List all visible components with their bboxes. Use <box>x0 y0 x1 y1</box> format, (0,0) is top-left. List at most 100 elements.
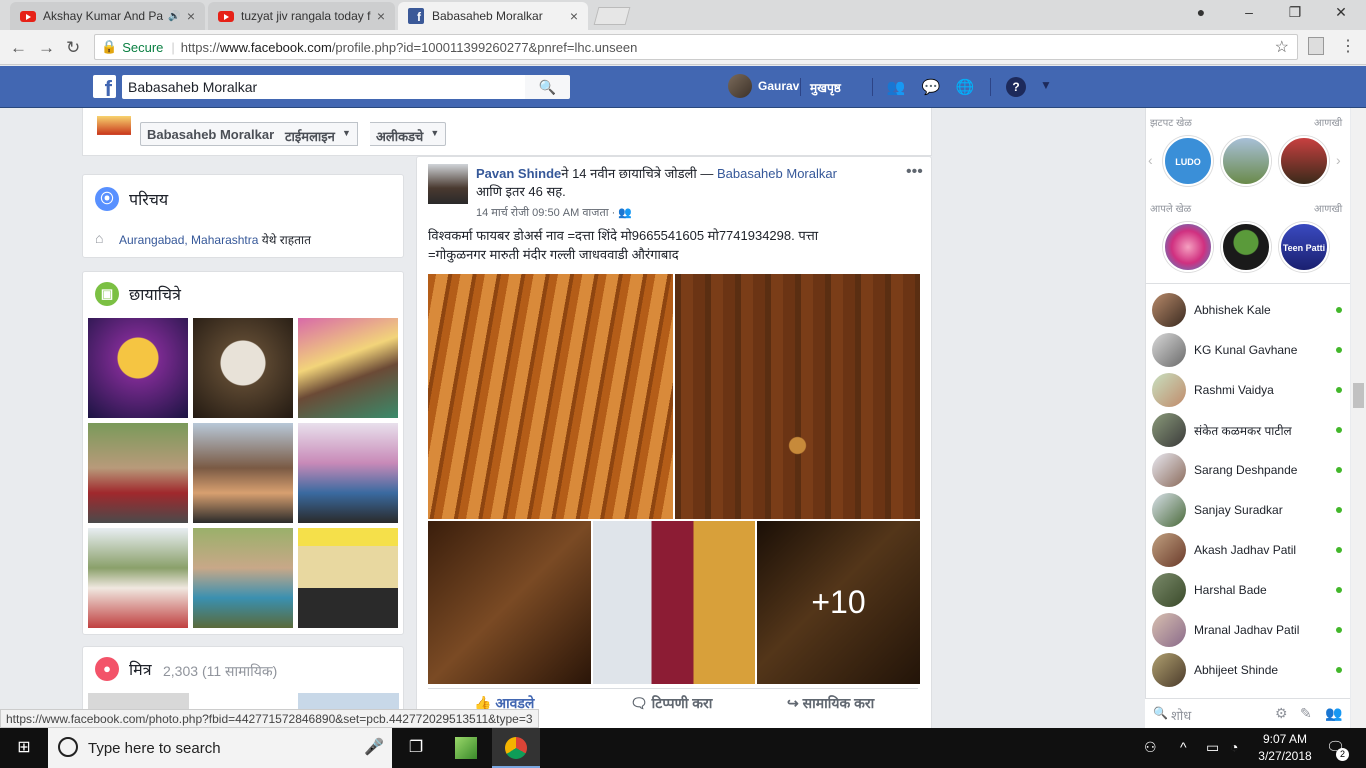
contact-name: Mranal Jadhav Patil <box>1194 623 1300 637</box>
tagged-user-link[interactable]: Babasaheb Moralkar <box>717 166 837 181</box>
browser-tab-1[interactable]: Akshay Kumar And Pa 🔊 × <box>10 2 205 30</box>
contact-item[interactable]: Sarang Deshpande <box>1152 453 1342 487</box>
avatar <box>1152 653 1186 687</box>
post-photo[interactable] <box>675 274 920 519</box>
contact-item[interactable]: संकेत कळमकर पाटील <box>1152 413 1342 447</box>
comment-button[interactable]: 🗨 टिप्पणी करा <box>630 694 712 713</box>
game-thumbnail[interactable] <box>1279 136 1329 186</box>
messenger-icon[interactable]: 💬 <box>921 78 941 96</box>
teen-patti-game[interactable]: Teen Patti <box>1279 222 1329 272</box>
post-timestamp[interactable]: 14 मार्च रोजी 09:50 AM वाजता · 👥 <box>476 205 632 220</box>
new-group-icon[interactable]: 👥 <box>1325 705 1342 722</box>
divider <box>428 688 918 689</box>
chevron-left-icon[interactable]: ‹ <box>1148 152 1153 168</box>
contact-item[interactable]: Harshal Bade <box>1152 573 1342 607</box>
taskbar-date[interactable]: 3/27/2018 <box>1255 749 1315 763</box>
people-icon[interactable]: ⚇ <box>1144 739 1157 756</box>
forward-icon[interactable]: → <box>38 38 55 58</box>
task-view-icon[interactable]: ❐ <box>392 728 440 768</box>
photo-thumbnail[interactable] <box>193 423 293 523</box>
home-link[interactable]: मुखपृष्ठ <box>810 79 841 96</box>
more-games-link[interactable]: आणखी <box>1314 115 1342 129</box>
photo-thumbnail[interactable] <box>193 528 293 628</box>
close-window-icon[interactable]: ✕ <box>1326 4 1356 24</box>
avatar[interactable] <box>728 74 752 98</box>
avatar <box>1152 533 1186 567</box>
candy-crush-game[interactable] <box>1163 222 1213 272</box>
browser-tab-3[interactable]: f Babasaheb Moralkar × <box>398 2 588 30</box>
photo-thumbnail[interactable] <box>298 423 398 523</box>
browser-tab-2[interactable]: tuzyat jiv rangala today f × <box>208 2 395 30</box>
game-thumbnail[interactable] <box>1221 136 1271 186</box>
contact-item[interactable]: Abhijeet Shinde <box>1152 653 1342 687</box>
share-button[interactable]: ↪ सामायिक करा <box>787 694 874 713</box>
post-photo[interactable] <box>593 521 755 684</box>
chevron-up-icon[interactable]: ^ <box>1180 739 1187 755</box>
chevron-right-icon[interactable]: › <box>1336 152 1341 168</box>
recent-dropdown[interactable]: अलीकडचे ▼ <box>370 122 447 146</box>
windows-start-icon[interactable]: ⊞ <box>0 728 48 768</box>
online-status-icon <box>1336 467 1342 473</box>
close-tab-icon[interactable]: × <box>377 8 385 24</box>
help-icon[interactable]: ? <box>1006 77 1026 97</box>
more-your-games-link[interactable]: आणखी <box>1314 201 1342 215</box>
post-options-icon[interactable]: ••• <box>906 163 923 181</box>
photo-thumbnail[interactable] <box>88 318 188 418</box>
post-others[interactable]: आणि इतर 46 सह. <box>476 184 566 199</box>
address-bar[interactable]: 🔒 Secure | https://www.facebook.com/prof… <box>94 34 1298 60</box>
photos-app-icon[interactable] <box>442 728 490 768</box>
notifications-globe-icon[interactable]: 🌐 <box>955 78 975 96</box>
contact-item[interactable]: Mranal Jadhav Patil <box>1152 613 1342 647</box>
contact-item[interactable]: Rashmi Vaidya <box>1152 373 1342 407</box>
post-body-line: विश्वकर्मा फायबर डोअर्स नाव =दत्ता शिंदे… <box>428 228 819 243</box>
maximize-icon[interactable]: ❐ <box>1280 4 1310 24</box>
chat-search-input[interactable]: शोध <box>1171 706 1191 724</box>
chrome-icon[interactable] <box>492 728 540 768</box>
account-menu-icon[interactable]: ▼ <box>1040 78 1052 92</box>
compose-icon[interactable]: ✎ <box>1300 705 1312 722</box>
timeline-dropdown[interactable]: टाईमलाइन ▼ <box>279 122 358 146</box>
friend-requests-icon[interactable]: 👥 <box>886 78 906 96</box>
location-link[interactable]: Aurangabad, Maharashtra <box>119 233 258 247</box>
network-icon[interactable]: ◔ <box>1230 739 1238 755</box>
scrollbar-thumb[interactable] <box>1353 383 1364 408</box>
back-icon[interactable]: ← <box>10 38 27 58</box>
facebook-logo-icon[interactable]: f <box>93 75 116 101</box>
photo-thumbnail[interactable] <box>88 423 188 523</box>
close-tab-icon[interactable]: × <box>187 8 195 24</box>
post-photo[interactable] <box>428 521 591 684</box>
profile-name-link[interactable]: Babasaheb Moralkar <box>140 122 282 146</box>
more-photos-count[interactable]: +10 <box>757 521 920 684</box>
close-tab-icon[interactable]: × <box>570 8 578 24</box>
reload-icon[interactable]: ↻ <box>66 38 80 58</box>
menu-icon[interactable]: ⋮ <box>1340 36 1356 56</box>
profile-thumbnail[interactable] <box>97 116 131 150</box>
new-tab-button[interactable] <box>593 7 631 25</box>
contact-item[interactable]: Abhishek Kale <box>1152 293 1342 327</box>
microphone-icon[interactable]: 🎤 <box>364 737 384 757</box>
search-icon[interactable]: 🔍 <box>525 75 570 99</box>
ludo-club-game[interactable]: LUDO CLUB <box>1163 136 1213 186</box>
search-input[interactable]: Babasaheb Moralkar <box>122 75 525 99</box>
post-author-link[interactable]: Pavan Shinde <box>476 166 561 181</box>
post-photo[interactable] <box>428 274 673 519</box>
photo-thumbnail[interactable] <box>193 318 293 418</box>
photo-thumbnail[interactable] <box>298 318 398 418</box>
chess-game[interactable] <box>1221 222 1271 272</box>
user-name-link[interactable]: Gaurav <box>758 79 799 93</box>
taskbar-search[interactable]: Type here to search 🎤 <box>48 728 392 768</box>
contact-item[interactable]: KG Kunal Gavhane <box>1152 333 1342 367</box>
photo-thumbnail[interactable] <box>88 528 188 628</box>
contact-item[interactable]: Sanjay Suradkar <box>1152 493 1342 527</box>
page-scrollbar[interactable] <box>1351 108 1366 728</box>
bookmark-star-icon[interactable]: ☆ <box>1275 37 1289 57</box>
photo-thumbnail[interactable] <box>298 528 398 628</box>
post-author-avatar[interactable] <box>428 164 468 204</box>
profile-icon[interactable]: ● <box>1186 4 1216 24</box>
minimize-icon[interactable]: – <box>1234 4 1264 24</box>
contact-item[interactable]: Akash Jadhav Patil <box>1152 533 1342 567</box>
taskbar-time[interactable]: 9:07 AM <box>1255 732 1315 746</box>
battery-icon[interactable]: ▭ <box>1206 739 1219 756</box>
gear-icon[interactable]: ⚙ <box>1275 705 1288 722</box>
extension-icon[interactable] <box>1308 37 1324 55</box>
